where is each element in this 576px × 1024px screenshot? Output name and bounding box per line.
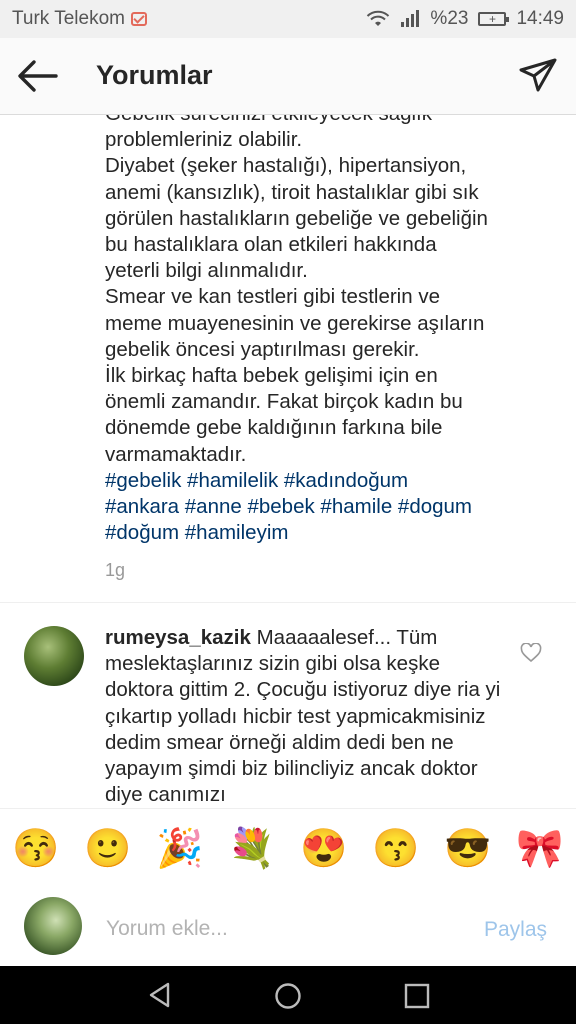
divider xyxy=(0,602,576,603)
commenter-avatar[interactable] xyxy=(24,626,84,686)
comment-item: rumeysa_kazik Maaaaalesef... Tüm meslekt… xyxy=(105,625,505,808)
like-comment-button[interactable] xyxy=(520,642,542,663)
emoji-sunglasses[interactable]: 😎 xyxy=(444,830,492,868)
current-user-avatar xyxy=(24,897,82,955)
post-caption: Gebelik sürecinizi etkileyecek sağlık pr… xyxy=(105,115,555,546)
comment-body: Maaaaalesef... Tüm meslektaşlarınız sizi… xyxy=(105,626,501,807)
wifi-icon xyxy=(367,10,390,26)
emoji-slight-smile[interactable]: 🙂 xyxy=(84,830,132,868)
signal-icon xyxy=(401,10,420,27)
paper-plane-icon xyxy=(519,58,557,92)
carrier-name: Turk Telekom xyxy=(12,8,125,29)
nav-recents-icon[interactable] xyxy=(404,983,430,1009)
status-bar: Turk Telekom %23 + 14:49 xyxy=(0,0,576,38)
caption-hashtags[interactable]: #gebelik #hamilelik #kadındoğum #ankara … xyxy=(105,469,472,544)
system-nav-bar xyxy=(0,966,576,1024)
status-right: %23 + 14:49 xyxy=(366,8,564,30)
nav-back-icon[interactable] xyxy=(146,981,174,1009)
comment-input[interactable] xyxy=(104,909,468,949)
post-comment-button[interactable]: Paylaş xyxy=(484,918,547,942)
emoji-kissing-closed-eyes[interactable]: 😚 xyxy=(12,830,60,868)
back-button[interactable] xyxy=(16,56,60,96)
heart-icon xyxy=(520,642,542,663)
nav-home-icon[interactable] xyxy=(274,982,302,1010)
page-title: Yorumlar xyxy=(96,60,213,90)
app-header: Yorumlar xyxy=(0,38,576,115)
status-left: Turk Telekom xyxy=(12,8,147,30)
caption-timestamp: 1g xyxy=(105,560,126,580)
emoji-bouquet[interactable]: 💐 xyxy=(228,830,276,868)
emoji-ribbon[interactable]: 🎀 xyxy=(516,830,564,868)
notification-icon xyxy=(130,12,147,26)
battery-icon: + xyxy=(478,12,510,26)
comment-composer: Paylaş xyxy=(0,889,576,966)
clock: 14:49 xyxy=(516,8,564,29)
signal-percent: %23 xyxy=(430,8,469,29)
comments-list[interactable]: Gebelik sürecinizi etkileyecek sağlık pr… xyxy=(0,115,576,808)
caption-text: Gebelik sürecinizi etkileyecek sağlık pr… xyxy=(105,115,488,466)
emoji-party-popper[interactable]: 🎉 xyxy=(156,830,204,868)
emoji-kissing-smiling-eyes[interactable]: 😙 xyxy=(372,830,420,868)
emoji-quick-bar: 😚 🙂 🎉 💐 😍 😙 😎 🎀 xyxy=(0,808,576,890)
comment-username[interactable]: rumeysa_kazik xyxy=(105,626,251,649)
emoji-heart-eyes[interactable]: 😍 xyxy=(300,830,348,868)
direct-send-button[interactable] xyxy=(516,56,560,96)
arrow-left-icon xyxy=(18,60,58,92)
